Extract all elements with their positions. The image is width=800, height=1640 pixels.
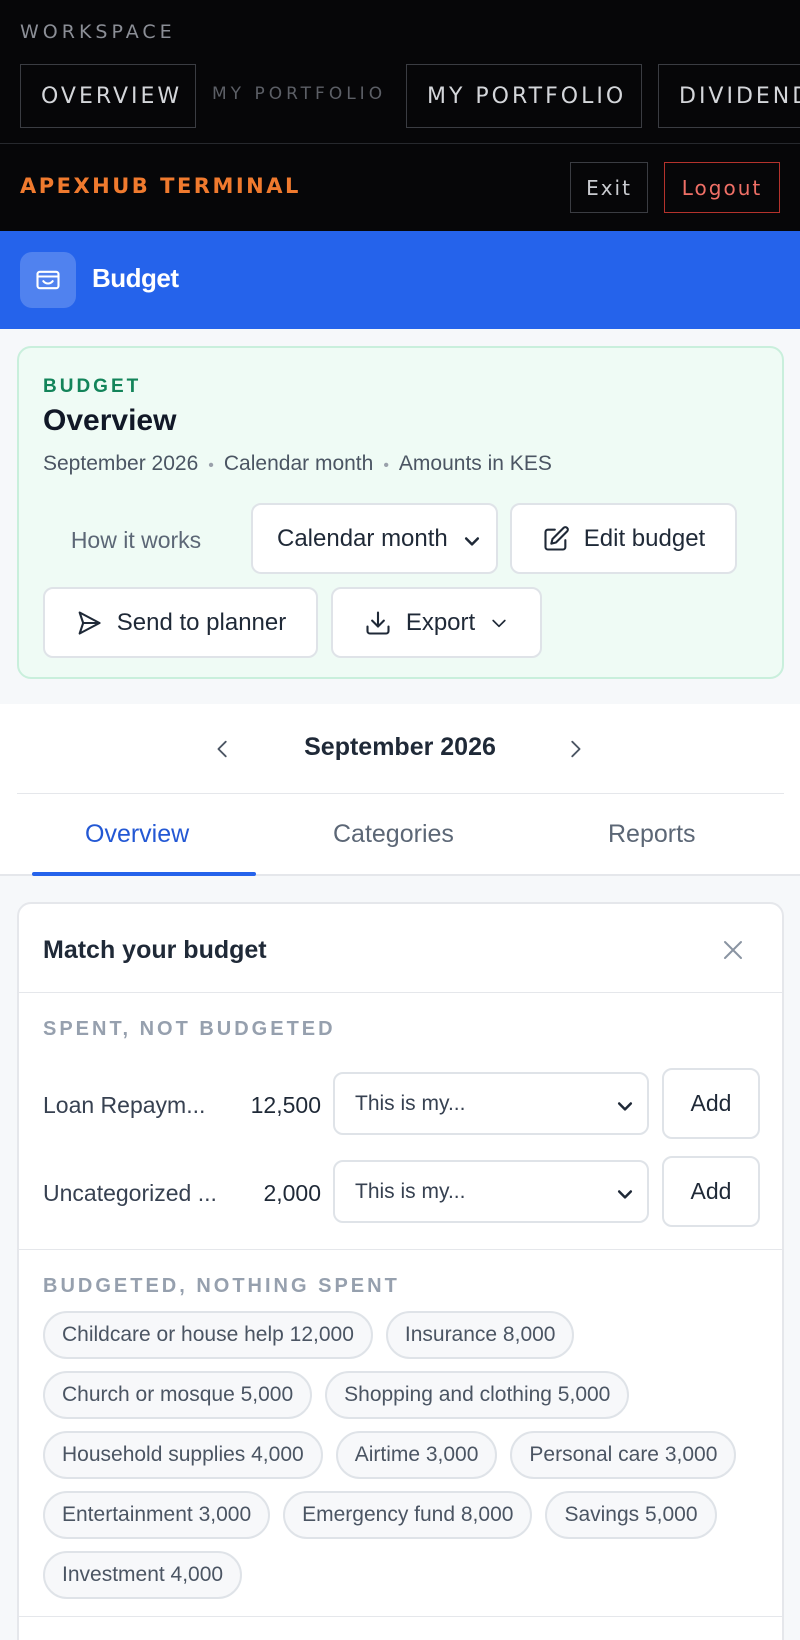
meta-separator: • (383, 457, 389, 474)
edit-budget-button[interactable]: Edit budget (510, 503, 737, 574)
section-heading-spent-not-budgeted: SPENT, NOT BUDGETED (43, 1018, 336, 1040)
unbudgeted-amount: 12,500 (250, 1092, 321, 1118)
budget-chip[interactable]: Childcare or house help 12,000 (43, 1311, 373, 1359)
send-to-planner-button[interactable]: Send to planner (43, 587, 318, 658)
period-select-value: Calendar month (277, 524, 448, 552)
meta-separator: • (208, 457, 214, 474)
budget-chip[interactable]: Personal care 3,000 (510, 1431, 737, 1479)
meta-currency: Amounts in KES (398, 452, 552, 475)
chevron-down-icon (492, 619, 506, 627)
brand-name: APEXHUB TERMINAL (20, 174, 301, 198)
workspace-label: WORKSPACE (20, 21, 176, 43)
budget-chip[interactable]: Airtime 3,000 (335, 1431, 498, 1479)
budget-chip[interactable]: Savings 5,000 (545, 1491, 717, 1539)
budget-chip[interactable]: Shopping and clothing 5,000 (325, 1371, 630, 1419)
overview-title: Overview (43, 404, 177, 437)
nav-overview[interactable]: OVERVIEW (20, 64, 196, 128)
active-tab-indicator (32, 872, 256, 876)
divider (19, 992, 782, 993)
period-select[interactable]: Calendar month (251, 503, 498, 574)
month-navigator: September 2026 (0, 704, 800, 794)
budget-chip[interactable]: Household supplies 4,000 (43, 1431, 323, 1479)
export-label: Export (405, 608, 476, 636)
tab-reports[interactable]: Reports (608, 820, 696, 849)
unbudgeted-category-name: Uncategorized ... (43, 1180, 217, 1206)
divider (19, 1249, 782, 1250)
pencil-icon (544, 525, 569, 551)
budget-chip[interactable]: Church or mosque 5,000 (43, 1371, 313, 1419)
chevron-right-icon (571, 740, 581, 758)
how-it-works-link[interactable]: How it works (43, 505, 229, 575)
logout-button[interactable]: Logout (664, 162, 780, 213)
category-match-select[interactable]: This is my... (333, 1072, 649, 1135)
nav-dividend[interactable]: DIVIDEND (658, 64, 800, 128)
select-value: This is my... (355, 1180, 466, 1203)
workspace-bar: WORKSPACE OVERVIEW MY PORTFOLIO MY PORTF… (0, 0, 800, 231)
budget-chip[interactable]: Emergency fund 8,000 (283, 1491, 533, 1539)
page-title: Budget (92, 263, 179, 293)
match-budget-card: Match your budget SPENT, NOT BUDGETED Lo… (17, 902, 784, 1640)
exit-button[interactable]: Exit (570, 162, 648, 213)
unbudgeted-category-name: Loan Repaym... (43, 1092, 206, 1118)
download-icon (366, 610, 390, 635)
nav-my-portfolio-faded[interactable]: MY PORTFOLIO (212, 84, 386, 104)
meta-period: Calendar month (223, 452, 374, 475)
nav-my-portfolio[interactable]: MY PORTFOLIO (406, 64, 642, 128)
next-month-button[interactable] (555, 729, 595, 769)
overview-eyebrow: BUDGET (43, 376, 142, 397)
tab-categories[interactable]: Categories (333, 820, 454, 849)
send-icon (78, 610, 101, 635)
category-match-select[interactable]: This is my... (333, 1160, 649, 1223)
divider (19, 1616, 782, 1617)
tab-overview[interactable]: Overview (85, 820, 189, 849)
unbudgeted-amount: 2,000 (263, 1180, 321, 1206)
section-heading-budgeted-nothing-spent: BUDGETED, NOTHING SPENT (43, 1275, 400, 1297)
chevron-down-icon (464, 537, 480, 546)
match-card-title: Match your budget (43, 936, 267, 964)
overview-meta: September 2026 • Calendar month • Amounts in… (43, 452, 552, 476)
send-to-planner-label: Send to planner (116, 608, 287, 636)
overview-card: BUDGET Overview September 2026 • Calendar … (17, 346, 784, 679)
topbar-divider (0, 143, 800, 144)
unspent-budget-chips: Childcare or house help 12,000 Insurance… (43, 1311, 763, 1599)
add-button[interactable]: Add (662, 1068, 760, 1139)
wallet-icon (20, 252, 76, 308)
chevron-down-icon (617, 1190, 633, 1199)
close-icon[interactable] (719, 936, 747, 964)
tab-bar: Overview Categories Reports (0, 794, 800, 876)
budget-chip[interactable]: Investment 4,000 (43, 1551, 243, 1599)
meta-month: September 2026 (43, 452, 199, 475)
page-header: Budget (0, 231, 800, 329)
budget-chip[interactable]: Insurance 8,000 (385, 1311, 575, 1359)
chevron-down-icon (617, 1102, 633, 1111)
add-button[interactable]: Add (662, 1156, 760, 1227)
export-button[interactable]: Export (331, 587, 542, 658)
edit-budget-label: Edit budget (583, 524, 706, 552)
current-month-label: September 2026 (304, 733, 496, 761)
budget-chip[interactable]: Entertainment 3,000 (43, 1491, 271, 1539)
select-value: This is my... (355, 1092, 466, 1115)
